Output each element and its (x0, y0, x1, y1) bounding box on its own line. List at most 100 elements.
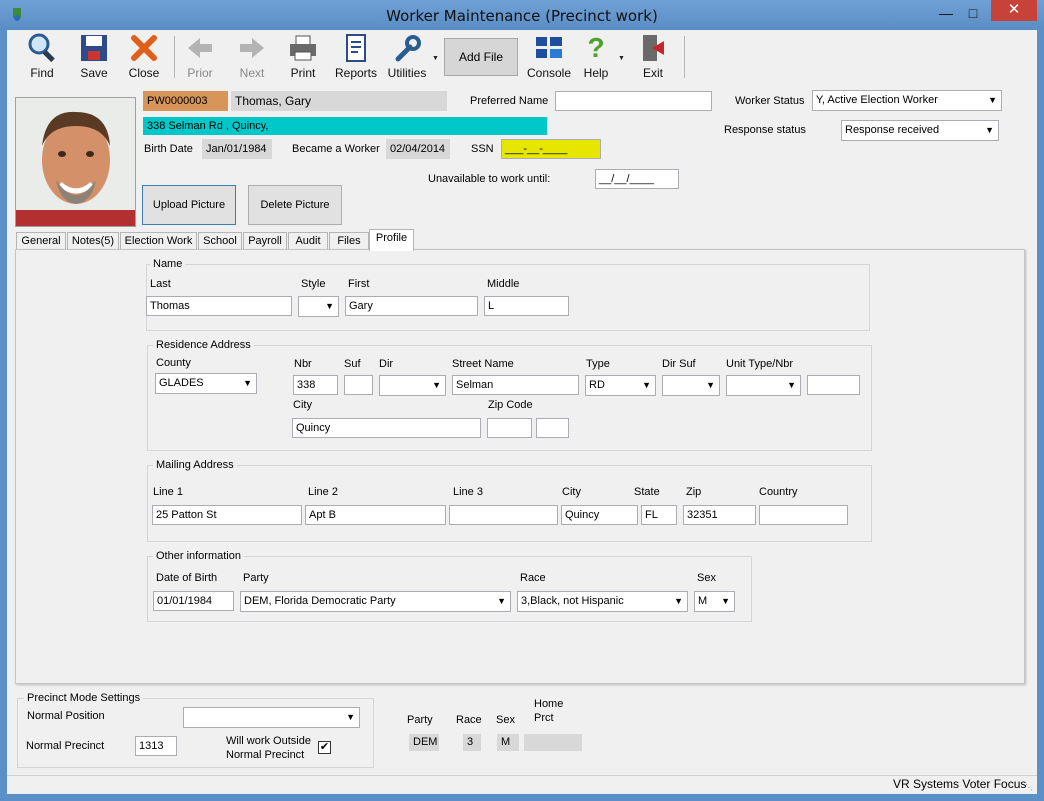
exit-label: Exit (642, 66, 663, 80)
maximize-button[interactable]: □ (960, 5, 986, 23)
mailing-city-field[interactable]: Quincy (561, 505, 638, 525)
outside-precinct-checkbox[interactable]: ✔ (318, 741, 331, 754)
preferred-name-field[interactable] (555, 91, 712, 111)
utilities-button[interactable]: Utilities (384, 33, 430, 81)
mailing-zip-label: Zip (686, 486, 702, 498)
next-button[interactable]: Next (232, 33, 272, 81)
residence-city-field[interactable]: Quincy (292, 418, 481, 438)
question-mark-icon: ? (587, 32, 605, 63)
unavailable-date-field[interactable]: __/__/____ (595, 169, 679, 189)
birth-date-field: Jan/01/1984 (202, 139, 272, 159)
tab-profile[interactable]: Profile (369, 229, 414, 251)
chevron-down-icon: ▼ (346, 712, 355, 722)
print-button[interactable]: Print (283, 33, 323, 81)
mailing-city-label: City (562, 486, 581, 498)
zip-plus4-field[interactable] (536, 418, 569, 438)
worker-status-select[interactable]: Y, Active Election Worker ▼ (812, 90, 1002, 111)
close-label: Close (128, 66, 160, 80)
toolbar-separator (684, 36, 685, 78)
save-button[interactable]: Save (74, 33, 114, 81)
reports-button[interactable]: Reports (334, 33, 378, 81)
last-name-field[interactable]: Thomas (146, 296, 292, 316)
street-type-select[interactable]: RD ▼ (585, 375, 656, 396)
unit-type-label: Unit Type/Nbr (726, 358, 794, 370)
style-select[interactable]: ▼ (298, 296, 339, 317)
party-value: DEM, Florida Democratic Party (244, 595, 396, 607)
zip-code-field[interactable] (487, 418, 532, 438)
tab-election-work[interactable]: Election Work (120, 232, 197, 250)
worker-status-value: Y, Active Election Worker (816, 94, 938, 106)
find-button[interactable]: Find (22, 33, 62, 81)
exit-button[interactable]: Exit (634, 33, 672, 81)
chevron-down-icon: ▼ (497, 596, 506, 606)
first-name-field[interactable]: Gary (345, 296, 478, 316)
street-name-field[interactable]: Selman (452, 375, 579, 395)
mailing-line3-field[interactable] (449, 505, 558, 525)
resize-grip-icon[interactable]: ⋱ (1025, 783, 1033, 792)
tab-payroll[interactable]: Payroll (243, 232, 287, 250)
mailing-zip-field[interactable]: 32351 (683, 505, 756, 525)
dob-field[interactable]: 01/01/1984 (153, 591, 234, 611)
country-field[interactable] (759, 505, 848, 525)
state-field[interactable]: FL (641, 505, 677, 525)
became-worker-field: 02/04/2014 (386, 139, 450, 159)
county-select[interactable]: GLADES ▼ (155, 373, 257, 394)
suffix-field[interactable] (344, 375, 373, 395)
unit-number-field[interactable] (807, 375, 860, 395)
printer-icon (283, 33, 323, 63)
direction-select[interactable]: ▼ (379, 375, 446, 396)
summary-sex-field: M (497, 734, 519, 751)
unavailable-label: Unavailable to work until: (428, 173, 551, 185)
line1-label: Line 1 (153, 486, 183, 498)
dir-suffix-label: Dir Suf (662, 358, 696, 370)
utilities-dropdown-icon[interactable]: ▼ (432, 55, 439, 62)
mailing-address-group (147, 465, 872, 542)
tab-general[interactable]: General (16, 232, 66, 250)
help-button[interactable]: ? Help (578, 32, 614, 81)
unit-type-select[interactable]: ▼ (726, 375, 801, 396)
help-dropdown-icon[interactable]: ▼ (618, 55, 625, 62)
middle-name-field[interactable]: L (484, 296, 569, 316)
add-file-button[interactable]: Add File (444, 38, 518, 76)
close-button[interactable]: Close (124, 33, 164, 81)
response-status-select[interactable]: Response received ▼ (841, 120, 999, 141)
chevron-down-icon: ▼ (325, 301, 334, 311)
chevron-down-icon: ▼ (985, 125, 994, 135)
mailing-line2-field[interactable]: Apt B (305, 505, 446, 525)
chevron-down-icon: ▼ (988, 95, 997, 105)
party-select[interactable]: DEM, Florida Democratic Party ▼ (240, 591, 511, 612)
chevron-down-icon: ▼ (432, 380, 441, 390)
delete-picture-button[interactable]: Delete Picture (248, 185, 342, 225)
mailing-group-title: Mailing Address (153, 459, 237, 471)
status-bar (7, 775, 1037, 794)
tab-audit[interactable]: Audit (288, 232, 328, 250)
console-label: Console (526, 66, 572, 80)
county-value: GLADES (159, 377, 204, 389)
residence-city-label: City (293, 399, 312, 411)
race-label: Race (520, 572, 546, 584)
mailing-line1-field[interactable]: 25 Patton St (152, 505, 302, 525)
normal-precinct-field[interactable]: 1313 (135, 736, 177, 756)
birth-date-label: Birth Date (144, 143, 193, 155)
race-value: 3,Black, not Hispanic (521, 595, 624, 607)
ssn-field[interactable]: ___-__-____ (501, 139, 601, 159)
preferred-name-label: Preferred Name (470, 95, 549, 107)
tab-notes[interactable]: Notes(5) (67, 232, 119, 250)
minimize-button[interactable]: — (933, 5, 959, 23)
console-button[interactable]: Console (526, 33, 572, 81)
prior-label: Prior (187, 66, 213, 80)
street-number-field[interactable]: 338 (293, 375, 338, 395)
upload-picture-button[interactable]: Upload Picture (142, 185, 236, 225)
street-name-label: Street Name (452, 358, 514, 370)
checkmark-icon: ✔ (319, 741, 330, 753)
prior-button[interactable]: Prior (180, 33, 220, 81)
sex-select[interactable]: M ▼ (694, 591, 735, 612)
tab-files[interactable]: Files (329, 232, 369, 250)
dir-suffix-select[interactable]: ▼ (662, 375, 720, 396)
normal-position-select[interactable]: ▼ (183, 707, 360, 728)
window-close-button[interactable]: ✕ (991, 0, 1037, 21)
residence-group-title: Residence Address (153, 339, 254, 351)
race-select[interactable]: 3,Black, not Hispanic ▼ (517, 591, 688, 612)
party-label: Party (243, 572, 269, 584)
tab-school[interactable]: School (198, 232, 242, 250)
